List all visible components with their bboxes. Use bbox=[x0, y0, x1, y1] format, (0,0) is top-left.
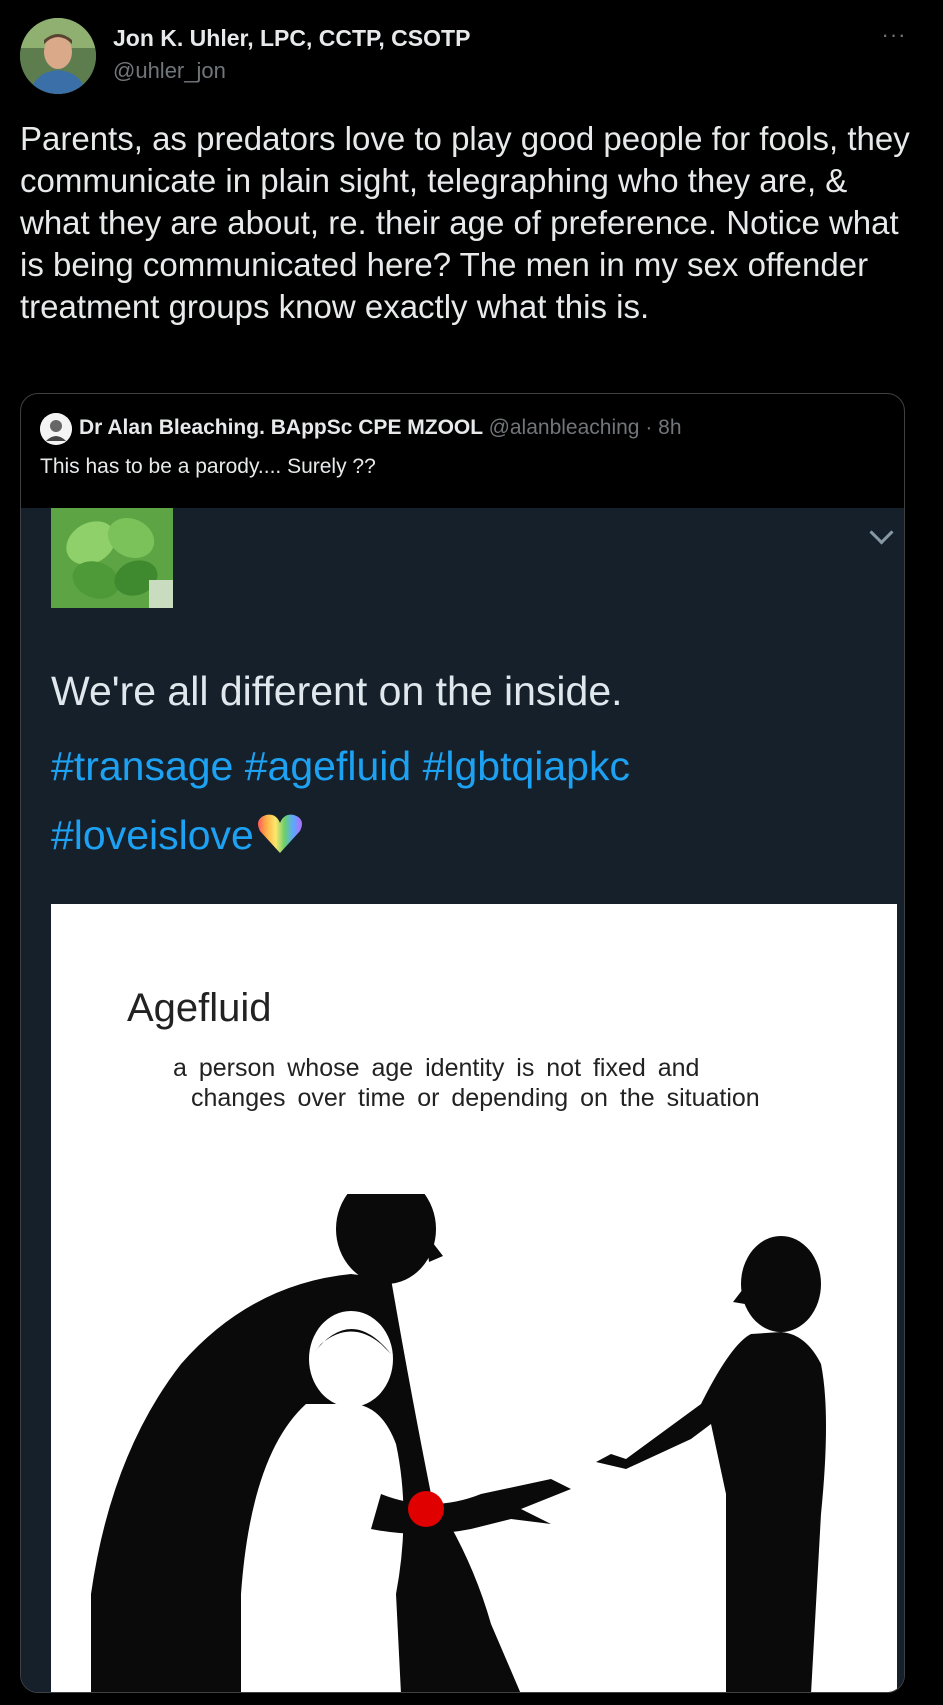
rainbow-heart-icon bbox=[256, 811, 304, 865]
quoted-image[interactable]: We're all different on the inside. #tran… bbox=[21, 508, 904, 1692]
quoted-author-name[interactable]: Dr Alan Bleaching. BAppSc CPE MZOOL bbox=[79, 416, 483, 439]
hashtag-loveislove: #loveislove bbox=[51, 811, 254, 858]
clover-avatar bbox=[51, 508, 173, 608]
definition-panel: Agefluid a person whose age identity is … bbox=[51, 904, 897, 1692]
quoted-text: This has to be a parody.... Surely ?? bbox=[40, 455, 376, 478]
definition-text-line2: changes over time or depending on the si… bbox=[191, 1084, 760, 1112]
quoted-avatar[interactable] bbox=[40, 413, 72, 445]
tweet-text: Parents, as predators love to play good … bbox=[20, 120, 910, 325]
author-avatar[interactable] bbox=[20, 18, 96, 94]
definition-text: a person whose age identity is not fixed… bbox=[173, 1054, 700, 1082]
quoted-tweet[interactable]: Dr Alan Bleaching. BAppSc CPE MZOOL @ala… bbox=[20, 393, 905, 1693]
image-hashtags: #transage #agefluid #lgbtqiapkc bbox=[51, 743, 630, 789]
image-caption: We're all different on the inside. bbox=[51, 668, 623, 714]
quoted-author[interactable]: Dr Alan Bleaching. BAppSc CPE MZOOL @ala… bbox=[79, 416, 682, 440]
image-hashtags-line2: #loveislove bbox=[51, 811, 304, 865]
definition-title: Agefluid bbox=[127, 986, 272, 1030]
quoted-author-handle[interactable]: @alanbleaching bbox=[489, 416, 640, 439]
chevron-down-icon[interactable] bbox=[869, 520, 894, 545]
more-icon[interactable]: ··· bbox=[876, 24, 912, 48]
quoted-time: · 8h bbox=[645, 416, 682, 439]
author-handle[interactable]: @uhler_jon bbox=[113, 58, 226, 84]
author-name[interactable]: Jon K. Uhler, LPC, CCTP, CSOTP bbox=[113, 25, 470, 52]
silhouette-illustration bbox=[91, 1194, 826, 1692]
